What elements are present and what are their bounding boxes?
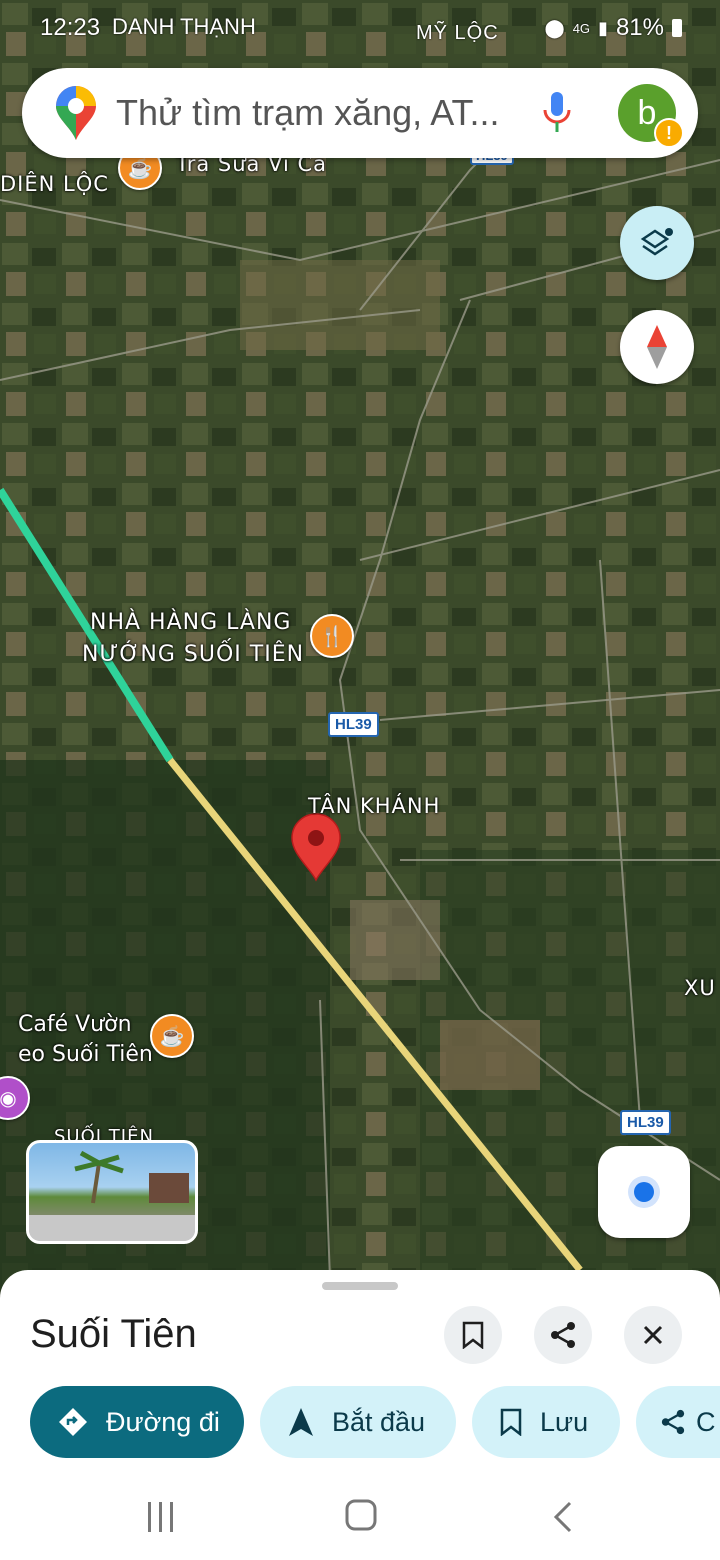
avatar-letter: b — [637, 93, 657, 132]
map-label-dien-loc: DIÊN LỘC — [0, 172, 109, 196]
layers-button[interactable] — [620, 206, 694, 280]
location-icon: ⬤ — [544, 17, 565, 38]
battery-label: 81% — [615, 14, 664, 41]
maps-logo-icon — [56, 86, 96, 140]
warning-badge-icon: ! — [654, 118, 684, 148]
close-button[interactable] — [624, 1306, 682, 1364]
my-location-icon — [634, 1182, 654, 1202]
status-location: MỸ LỘC — [416, 22, 499, 44]
bookmark-icon — [462, 1321, 484, 1349]
share-icon — [551, 1322, 575, 1348]
share-chip-button[interactable]: C — [636, 1386, 720, 1458]
satellite-map[interactable]: Trà Sữa Vi Ca DIÊN LỘC NHÀ HÀNG LÀNG NƯỚ… — [0, 0, 720, 1290]
carrier-label: DANH THẠNH — [112, 14, 256, 39]
map-label-cafe-2[interactable]: eo Suối Tiên — [18, 1040, 153, 1070]
map-label-cafe-1[interactable]: Café Vườn — [18, 1010, 132, 1040]
navigation-arrow-icon — [288, 1407, 314, 1437]
map-label-tan-khanh: TÂN KHÁNH — [308, 794, 441, 818]
street-view-thumbnail[interactable] — [26, 1140, 198, 1244]
place-title: Suối Tiên — [30, 1312, 197, 1356]
battery-icon — [672, 19, 682, 37]
my-location-button[interactable] — [598, 1146, 690, 1238]
directions-icon — [58, 1407, 88, 1437]
save-place-button[interactable] — [444, 1306, 502, 1364]
layers-icon — [640, 228, 673, 256]
coffee-poi-icon[interactable]: ☕ — [150, 1014, 194, 1058]
back-icon[interactable] — [552, 1500, 574, 1534]
close-icon — [643, 1325, 663, 1345]
share-label: C — [696, 1406, 716, 1437]
restaurant-poi-icon[interactable]: 🍴 — [310, 614, 354, 658]
search-input[interactable]: Thử tìm trạm xăng, AT... — [116, 92, 500, 134]
signal-icon: ▮ — [598, 17, 608, 38]
system-nav-bar — [0, 1478, 720, 1560]
status-bar: 12:23 DANH THẠNH MỸ LỘC ⬤ 4G ▮ 81% — [0, 0, 720, 60]
map-label-nha-hang-1[interactable]: NHÀ HÀNG LÀNG — [90, 608, 291, 638]
road-shield-hl39: HL39 — [328, 712, 379, 737]
recent-apps-icon[interactable] — [146, 1500, 176, 1534]
save-button[interactable]: Lưu — [472, 1386, 620, 1458]
microphone-icon[interactable] — [542, 92, 572, 134]
home-icon[interactable] — [344, 1498, 378, 1532]
directions-label: Đường đi — [106, 1406, 220, 1437]
directions-button[interactable]: Đường đi — [30, 1386, 244, 1458]
bookmark-icon — [500, 1408, 522, 1436]
status-icons: ⬤ 4G ▮ 81% — [545, 14, 682, 42]
compass-icon — [647, 325, 667, 369]
network-label: 4G — [572, 20, 591, 36]
share-icon — [660, 1409, 686, 1435]
map-label-nha-hang-2[interactable]: NƯỚNG SUỐI TIÊN — [82, 640, 304, 670]
save-label: Lưu — [540, 1406, 589, 1437]
clock: 12:23 — [40, 14, 101, 41]
road-shield-hl39: HL39 — [620, 1110, 671, 1135]
start-label: Bắt đầu — [332, 1406, 426, 1437]
compass-button[interactable] — [620, 310, 694, 384]
start-button[interactable]: Bắt đầu — [260, 1386, 456, 1458]
share-place-button[interactable] — [534, 1306, 592, 1364]
search-bar[interactable]: Thử tìm trạm xăng, AT... b ! — [22, 68, 698, 158]
drag-handle[interactable] — [322, 1282, 398, 1290]
street-view-image — [29, 1150, 195, 1241]
map-label-xu: XU — [684, 976, 716, 1000]
